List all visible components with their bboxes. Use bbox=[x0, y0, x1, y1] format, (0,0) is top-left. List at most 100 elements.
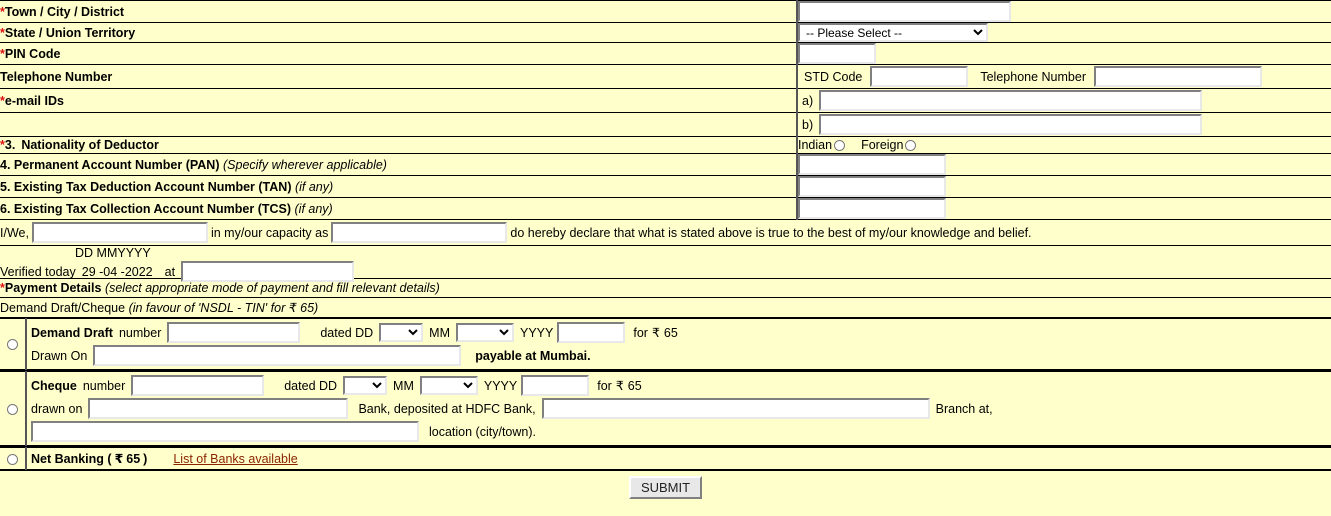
label-pin-code: *PIN Code bbox=[0, 42, 797, 65]
email-a-input[interactable] bbox=[819, 90, 1203, 111]
net-banking-radio-cell[interactable] bbox=[0, 447, 27, 470]
declaration-suffix: do hereby declare that what is stated ab… bbox=[510, 225, 1032, 240]
label-text: e-mail IDs bbox=[4, 93, 64, 108]
rupee-icon: ₹ bbox=[651, 325, 660, 340]
row-demand-draft: Demand Draft number dated DD MM YYYY for… bbox=[0, 317, 1331, 371]
cheque-bank-deposit-label: Bank, deposited at HDFC Bank, bbox=[358, 401, 536, 416]
label-town-city-district: *Town / City / District bbox=[0, 0, 797, 23]
verification-place-input[interactable] bbox=[181, 261, 355, 282]
row-town-city-district: *Town / City / District bbox=[0, 0, 1331, 23]
cheque-for-label: for bbox=[597, 378, 612, 393]
label-text: Telephone Number bbox=[0, 69, 113, 84]
cheque-yyyy-input[interactable] bbox=[521, 375, 590, 396]
email-b-input[interactable] bbox=[819, 114, 1203, 135]
cheque-mm-label: MM bbox=[393, 378, 414, 393]
cheque-drawn-on-input[interactable] bbox=[88, 398, 349, 419]
field-pin-code bbox=[796, 42, 1331, 65]
net-banking-cell: Net Banking ( ₹ 65 ) List of Banks avail… bbox=[0, 446, 1331, 471]
form-table: *Town / City / District *State / Union T… bbox=[0, 0, 1331, 505]
row-verification: DD MMYYYY Verified today 29 -04 -2022 at bbox=[0, 245, 1331, 282]
declarant-name-input[interactable] bbox=[31, 222, 208, 243]
cheque-number-input[interactable] bbox=[131, 375, 265, 396]
label-email-ids: *e-mail IDs bbox=[0, 88, 797, 113]
row-net-banking: Net Banking ( ₹ 65 ) List of Banks avail… bbox=[0, 446, 1331, 471]
std-code-label: STD Code bbox=[804, 69, 863, 84]
row-tan: 5. Existing Tax Deduction Account Number… bbox=[0, 175, 1331, 198]
cheque-location-label: location (city/town). bbox=[429, 424, 536, 439]
town-city-district-input[interactable] bbox=[798, 1, 1011, 22]
label-text: Town / City / District bbox=[4, 4, 125, 19]
cheque-dd-select[interactable] bbox=[343, 376, 388, 395]
demand-draft-radio[interactable] bbox=[7, 339, 18, 351]
demand-draft-dd-select[interactable] bbox=[379, 323, 424, 342]
cheque-radio-cell[interactable] bbox=[0, 371, 27, 446]
net-banking-radio[interactable] bbox=[7, 453, 18, 465]
demand-draft-yyyy-input[interactable] bbox=[557, 322, 626, 343]
item-number: 6. bbox=[0, 201, 11, 216]
label-telephone-number: Telephone Number bbox=[0, 64, 797, 89]
demand-draft-number-input[interactable] bbox=[167, 322, 301, 343]
row-telephone-number: Telephone Number STD Code Telephone Numb… bbox=[0, 64, 1331, 89]
cheque-mm-select[interactable] bbox=[419, 376, 478, 395]
state-union-territory-select[interactable]: -- Please Select -- bbox=[798, 23, 988, 42]
dd-cheque-title: Demand Draft/Cheque bbox=[0, 301, 126, 315]
field-state-union-territory: -- Please Select -- bbox=[796, 22, 1331, 43]
cheque-cell: Cheque number dated DD MM YYYY for ₹ 65 … bbox=[0, 370, 1331, 447]
row-dd-cheque-title: Demand Draft/Cheque (in favour of 'NSDL … bbox=[0, 297, 1331, 318]
demand-draft-number-label: number bbox=[118, 325, 162, 340]
submit-button[interactable]: SUBMIT bbox=[628, 476, 703, 499]
verification-cell: DD MMYYYY Verified today 29 -04 -2022 at bbox=[0, 245, 1331, 282]
row-submit: SUBMIT bbox=[0, 470, 1331, 505]
cheque-radio[interactable] bbox=[7, 403, 18, 415]
declaration-prefix: I/We, bbox=[0, 225, 29, 240]
label-text: Nationality of Deductor bbox=[21, 138, 159, 152]
cheque-dated-label: dated DD bbox=[284, 378, 338, 393]
rupee-icon: ₹ bbox=[615, 378, 624, 393]
label-tan: 5. Existing Tax Deduction Account Number… bbox=[0, 175, 797, 198]
pin-code-input[interactable] bbox=[798, 43, 876, 64]
nationality-foreign-radio[interactable] bbox=[905, 139, 917, 151]
verification-prefix: Verified today bbox=[0, 264, 76, 279]
label-text: PIN Code bbox=[4, 46, 61, 61]
declarant-capacity-input[interactable] bbox=[331, 222, 508, 243]
net-banking-amount: 65 bbox=[126, 451, 141, 466]
payment-details-note: (select appropriate mode of payment and … bbox=[104, 281, 440, 295]
net-banking-fields: Net Banking ( ₹ 65 ) List of Banks avail… bbox=[26, 447, 1331, 470]
net-banking-label-pre: Net Banking ( bbox=[31, 451, 112, 466]
nationality-indian-label: Indian bbox=[798, 138, 833, 152]
rupee-icon: ₹ bbox=[288, 300, 297, 315]
pan-input[interactable] bbox=[798, 154, 946, 175]
row-tcs: 6. Existing Tax Collection Account Numbe… bbox=[0, 197, 1331, 220]
field-pan bbox=[796, 153, 1331, 176]
row-nationality: *3. Nationality of Deductor Indian Foreig… bbox=[0, 136, 1331, 154]
std-code-input[interactable] bbox=[870, 66, 969, 87]
cheque-location-input[interactable] bbox=[31, 421, 419, 442]
demand-draft-mm-select[interactable] bbox=[456, 323, 514, 342]
item-number: 4. bbox=[0, 157, 11, 172]
row-state-union-territory: *State / Union Territory -- Please Selec… bbox=[0, 22, 1331, 43]
nationality-indian-radio[interactable] bbox=[834, 139, 846, 151]
nationality-foreign-label: Foreign bbox=[861, 138, 904, 152]
demand-draft-drawn-on-input[interactable] bbox=[93, 345, 462, 366]
telephone-number-input[interactable] bbox=[1093, 66, 1262, 87]
list-of-banks-link[interactable]: List of Banks available bbox=[173, 452, 297, 466]
label-text: State / Union Territory bbox=[4, 25, 136, 40]
field-nationality: Indian Foreign bbox=[796, 136, 1331, 154]
tcs-input[interactable] bbox=[798, 198, 946, 219]
net-banking-label-post: ) bbox=[143, 451, 148, 466]
cheque-title: Cheque bbox=[31, 378, 77, 393]
cheque-branch-input[interactable] bbox=[541, 398, 930, 419]
label-state-union-territory: *State / Union Territory bbox=[0, 22, 797, 43]
demand-draft-radio-cell[interactable] bbox=[0, 318, 27, 370]
dd-cheque-note-amount: 65) bbox=[300, 301, 319, 315]
submit-cell: SUBMIT bbox=[0, 470, 1331, 505]
declaration-middle: in my/our capacity as bbox=[210, 225, 329, 240]
demand-draft-for-label: for bbox=[633, 325, 648, 340]
cheque-yyyy-label: YYYY bbox=[483, 378, 518, 393]
cheque-number-label: number bbox=[82, 378, 126, 393]
payment-details-heading: Payment Details bbox=[4, 281, 102, 295]
demand-draft-mm-label: MM bbox=[429, 325, 450, 340]
rupee-icon: ₹ bbox=[114, 451, 124, 466]
tan-input[interactable] bbox=[798, 176, 946, 197]
label-nationality: *3. Nationality of Deductor bbox=[0, 136, 797, 154]
